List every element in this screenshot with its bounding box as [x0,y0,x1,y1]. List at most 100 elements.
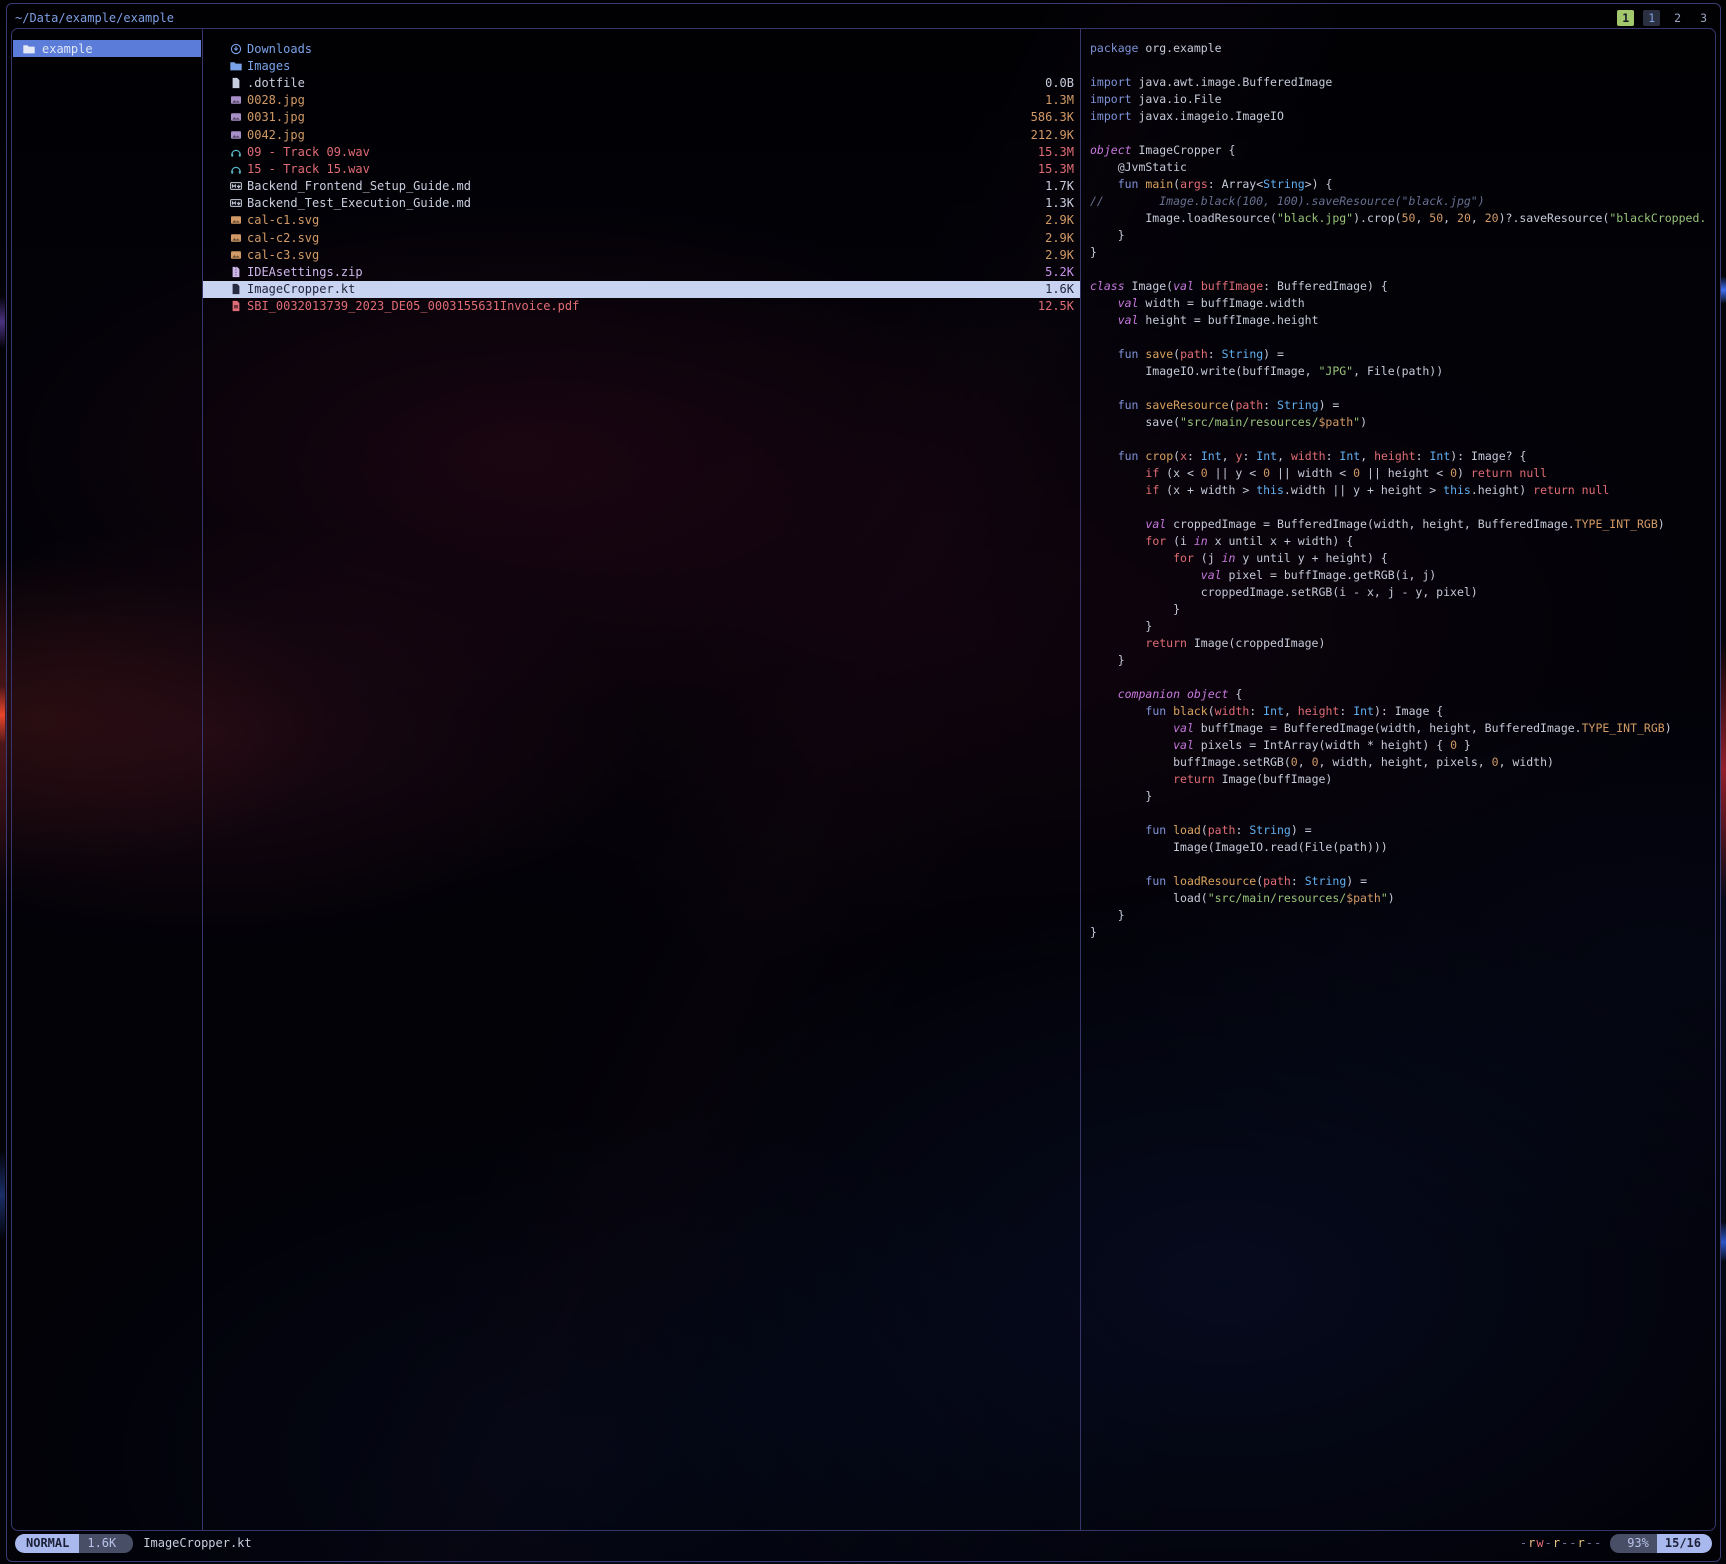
image-icon [230,232,242,244]
code-line: // Image.black(100, 100).saveResource("b… [1081,193,1714,210]
image-icon [230,129,242,141]
code-line [1081,125,1714,142]
code-line: } [1081,652,1714,669]
file-name: IDEAsettings.zip [247,265,363,279]
code-line: fun saveResource(path: String) = [1081,397,1714,414]
file-name: Images [247,59,290,73]
code-line: @JvmStatic [1081,159,1714,176]
file-size: 2.9K [1045,213,1074,227]
code-line [1081,261,1714,278]
code-line: load("src/main/resources/$path") [1081,890,1714,907]
file-size: 2.9K [1045,248,1074,262]
file-row[interactable]: SBI_0032013739_2023_DE05_0003155631Invoi… [203,298,1080,315]
code-line: } [1081,907,1714,924]
image-icon [230,214,242,226]
code-line: return Image(buffImage) [1081,771,1714,788]
image-icon [230,94,242,106]
file-row[interactable]: cal-c2.svg 2.9K [203,229,1080,246]
code-line [1081,669,1714,686]
code-line [1081,329,1714,346]
code-line: Image(ImageIO.read(File(path))) [1081,839,1714,856]
file-row[interactable]: ImageCropper.kt1.6K [203,281,1080,298]
parent-dir-item[interactable]: example [13,40,201,57]
code-line: class Image(val buffImage: BufferedImage… [1081,278,1714,295]
file-row[interactable]: 09 - Track 09.wav15.3M [203,143,1080,160]
code-line: val croppedImage = BufferedImage(width, … [1081,516,1714,533]
tab-3[interactable]: 3 [1695,10,1712,26]
code-line: val pixels = IntArray(width * height) { … [1081,737,1714,754]
file-row[interactable]: cal-c3.svg 2.9K [203,246,1080,263]
code-line [1081,499,1714,516]
code-line: } [1081,924,1714,941]
code-line: Image.loadResource("black.jpg").crop(50,… [1081,210,1714,227]
mode-indicator: NORMAL [15,1534,79,1553]
tab-1[interactable]: 1 [1643,10,1660,26]
file-name: 0028.jpg [247,93,305,107]
code-line: croppedImage.setRGB(i - x, j - y, pixel) [1081,584,1714,601]
file-row[interactable]: cal-c1.svg2.9K [203,212,1080,229]
code-line: fun load(path: String) = [1081,822,1714,839]
markdown-icon [230,197,242,209]
file-name: cal-c3.svg [247,248,319,262]
status-bar: NORMAL 1.6K ImageCropper.kt -rw-r--r-- 9… [15,1533,1712,1553]
pane-container: example DownloadsImages.dotfile0.0B0028.… [11,28,1716,1531]
code-line: } [1081,618,1714,635]
file-name: 0031.jpg [247,110,305,124]
file-size: 212.9K [1031,128,1074,142]
breadcrumb-path: ~/Data/example/example [15,11,174,25]
powerline-cap [1610,1534,1619,1553]
file-name: SBI_0032013739_2023_DE05_0003155631Invoi… [247,299,579,313]
file-size: 1.6K [1045,282,1074,296]
status-right: -rw-r--r-- 93% 15/16 [1520,1534,1712,1553]
code-line: buffImage.setRGB(0, 0, width, height, pi… [1081,754,1714,771]
file-row[interactable]: Images [203,57,1080,74]
folder-icon [230,60,242,72]
code-line: package org.example [1081,40,1714,57]
file-row[interactable]: Backend_Frontend_Setup_Guide.md1.7K [203,178,1080,195]
code-line: } [1081,788,1714,805]
file-row[interactable]: 0042.jpg212.9K [203,126,1080,143]
file-size: 1.3M [1045,93,1074,107]
code-line: fun crop(x: Int, y: Int, width: Int, hei… [1081,448,1714,465]
file-row[interactable]: 0031.jpg586.3K [203,109,1080,126]
wallpaper-accent [1721,276,1726,304]
code-line: ImageIO.write(buffImage, "JPG", File(pat… [1081,363,1714,380]
file-icon [230,77,242,89]
file-row[interactable]: 0028.jpg 1.3M [203,92,1080,109]
file-row[interactable]: 15 - Track 15.wav15.3M [203,160,1080,177]
task-count-badge[interactable]: 1 [1617,10,1634,26]
permissions-indicator: -rw-r--r-- [1520,1536,1602,1550]
code-line: import java.io.File [1081,91,1714,108]
code-line: for (j in y until y + height) { [1081,550,1714,567]
code-line: return Image(croppedImage) [1081,635,1714,652]
code-line: for (i in x until x + width) { [1081,533,1714,550]
code-line [1081,380,1714,397]
wallpaper-accent [0,686,5,744]
file-icon [230,283,242,295]
file-name: 15 - Track 15.wav [247,162,370,176]
wallpaper-accent [1721,1222,1726,1262]
topbar: ~/Data/example/example 1 123 [15,7,1712,29]
folder-icon [23,43,35,55]
code-line: } [1081,601,1714,618]
code-line: val pixel = buffImage.getRGB(i, j) [1081,567,1714,584]
markdown-icon [230,180,242,192]
file-row[interactable]: Downloads [203,40,1080,57]
file-row[interactable]: Backend_Test_Execution_Guide.md1.3K [203,195,1080,212]
code-line [1081,57,1714,74]
desktop: ~/Data/example/example 1 123 example Dow… [0,0,1726,1564]
file-name: cal-c2.svg [247,231,319,245]
file-row[interactable]: .dotfile0.0B [203,74,1080,91]
image-icon [230,111,242,123]
file-size: 15.3M [1038,145,1074,159]
file-name: Backend_Test_Execution_Guide.md [247,196,471,210]
image-icon [230,249,242,261]
file-size: 1.7K [1045,179,1074,193]
code-line: val buffImage = BufferedImage(width, hei… [1081,720,1714,737]
code-line: if (x < 0 || y < 0 || width < 0 || heigh… [1081,465,1714,482]
terminal-window: ~/Data/example/example 1 123 example Dow… [6,3,1721,1562]
parent-dir-label: example [42,42,93,56]
tab-2[interactable]: 2 [1669,10,1686,26]
file-size: 2.9K [1045,231,1074,245]
file-row[interactable]: IDEAsettings.zip5.2K [203,263,1080,280]
